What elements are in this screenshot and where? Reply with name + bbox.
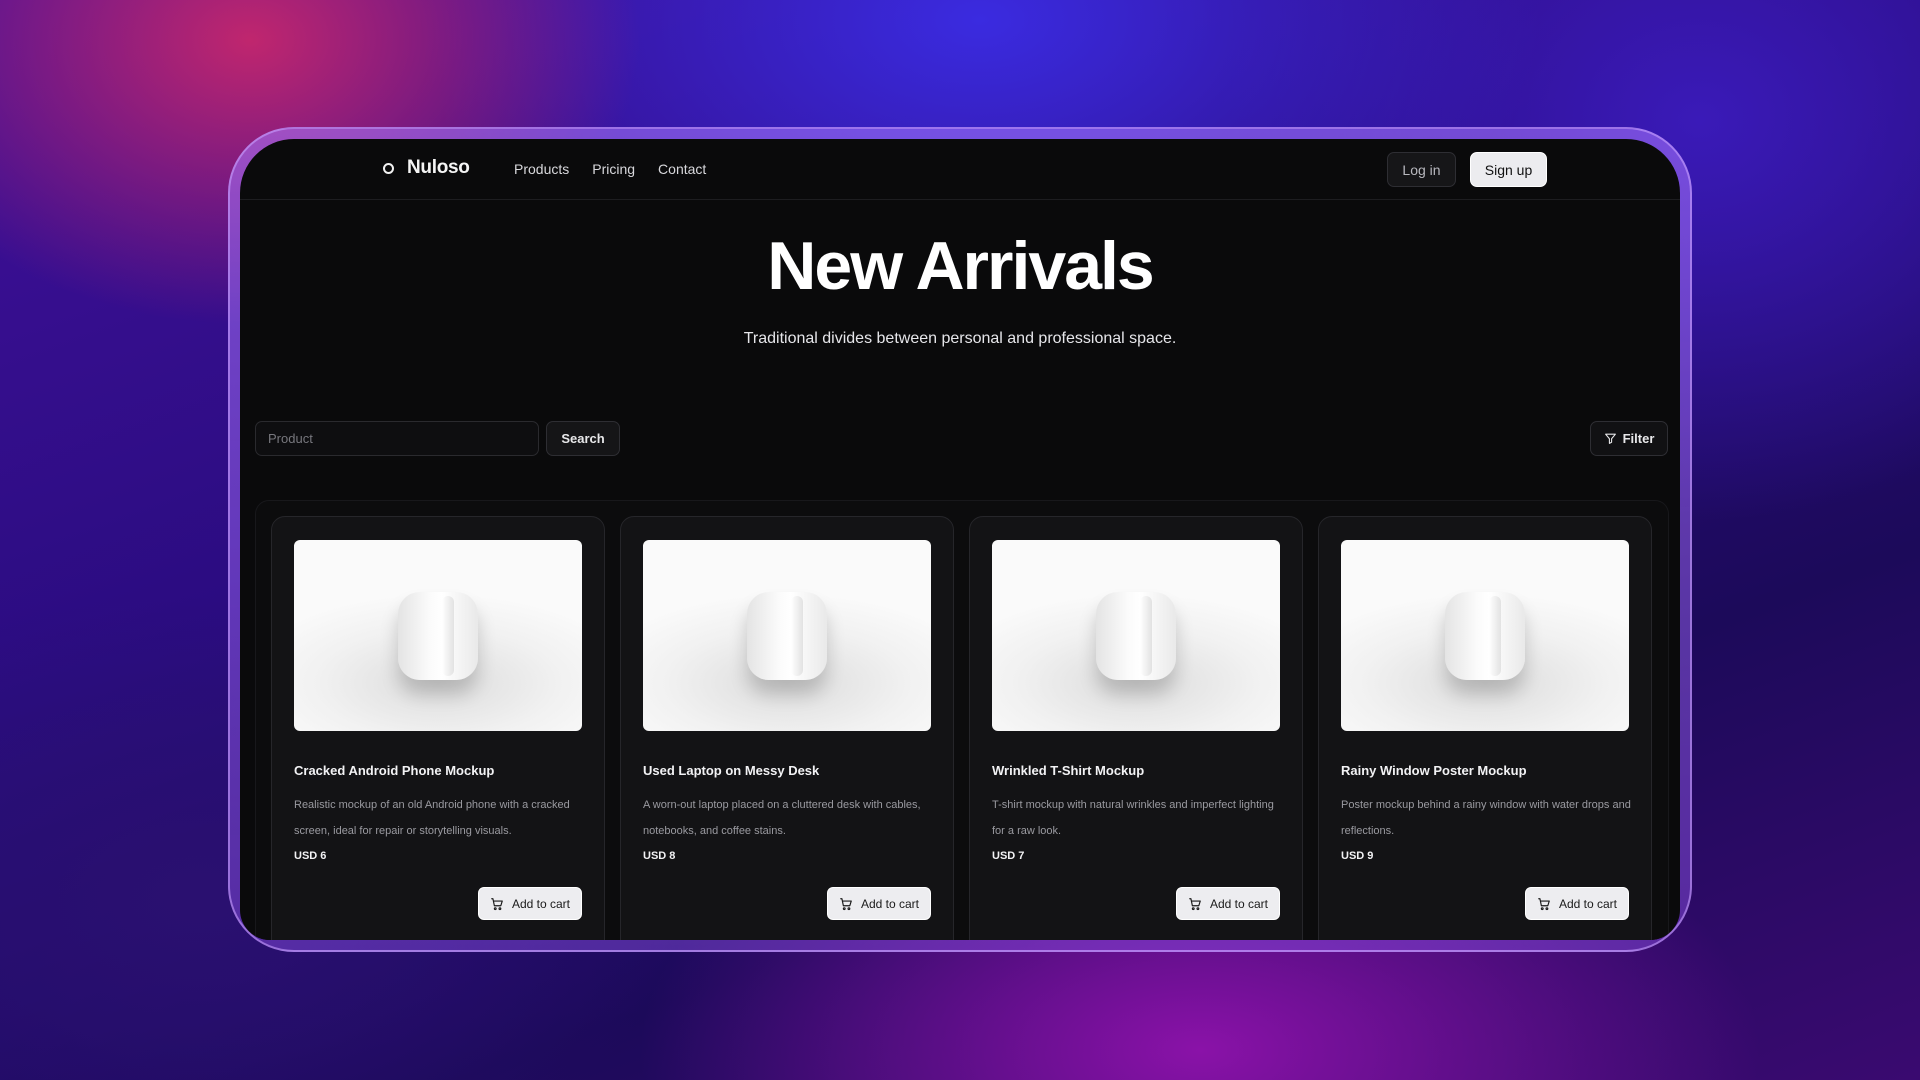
circle-logo-icon [383,163,394,174]
product-description: Realistic mockup of an old Android phone… [294,799,570,837]
product-card: Wrinkled T-Shirt Mockup T-shirt mockup w… [969,516,1303,940]
add-to-cart-label: Add to cart [1209,896,1269,911]
product-image[interactable] [294,540,582,731]
signup-button[interactable]: Sign up [1470,152,1547,187]
product-description: T-shirt mockup with natural wrinkles and… [992,799,1274,837]
nav-link-products[interactable]: Products [514,161,569,177]
add-to-cart-button[interactable]: Add to cart [1525,887,1629,920]
nav-link-pricing[interactable]: Pricing [592,161,635,177]
top-nav: Nuloso Products Pricing Contact Log in S… [240,139,1680,200]
nav-links: Products Pricing Contact [514,161,706,177]
add-to-cart-button[interactable]: Add to cart [827,887,931,920]
app-window: Nuloso Products Pricing Contact Log in S… [240,139,1680,940]
add-to-cart-label: Add to cart [511,896,571,911]
add-to-cart-label: Add to cart [860,896,920,911]
add-to-cart-button[interactable]: Add to cart [1176,887,1280,920]
add-to-cart-button[interactable]: Add to cart [478,887,582,920]
product-card: Used Laptop on Messy Desk A worn-out lap… [620,516,954,940]
shopping-cart-icon [839,897,853,911]
product-image[interactable] [643,540,931,731]
product-price: USD 9 [1341,850,1374,862]
product-image[interactable] [992,540,1280,731]
shopping-cart-icon [1537,897,1551,911]
product-title[interactable]: Rainy Window Poster Mockup [1341,763,1631,778]
nav-link-contact[interactable]: Contact [658,161,706,177]
search-button[interactable]: Search [546,421,620,456]
product-title[interactable]: Cracked Android Phone Mockup [294,763,584,778]
shopping-cart-icon [490,897,504,911]
search-input[interactable] [255,421,539,456]
product-price: USD 8 [643,850,676,862]
product-card: Cracked Android Phone Mockup Realistic m… [271,516,605,940]
filter-label: Filter [1622,431,1655,446]
filter-funnel-icon [1604,432,1617,445]
brand-name[interactable]: Nuloso [407,157,470,179]
page-subtitle: Traditional divides between personal and… [743,330,1177,347]
product-price: USD 6 [294,850,327,862]
shopping-cart-icon [1188,897,1202,911]
page-title: New Arrivals [767,228,1154,304]
product-description: A worn-out laptop placed on a cluttered … [643,799,921,837]
product-price: USD 7 [992,850,1025,862]
filter-button[interactable]: Filter [1590,421,1668,456]
add-to-cart-label: Add to cart [1558,896,1618,911]
login-button[interactable]: Log in [1387,152,1456,187]
product-card: Rainy Window Poster Mockup Poster mockup… [1318,516,1652,940]
product-title[interactable]: Wrinkled T-Shirt Mockup [992,763,1282,778]
product-title[interactable]: Used Laptop on Messy Desk [643,763,933,778]
product-description: Poster mockup behind a rainy window with… [1341,799,1631,837]
product-image[interactable] [1341,540,1629,731]
